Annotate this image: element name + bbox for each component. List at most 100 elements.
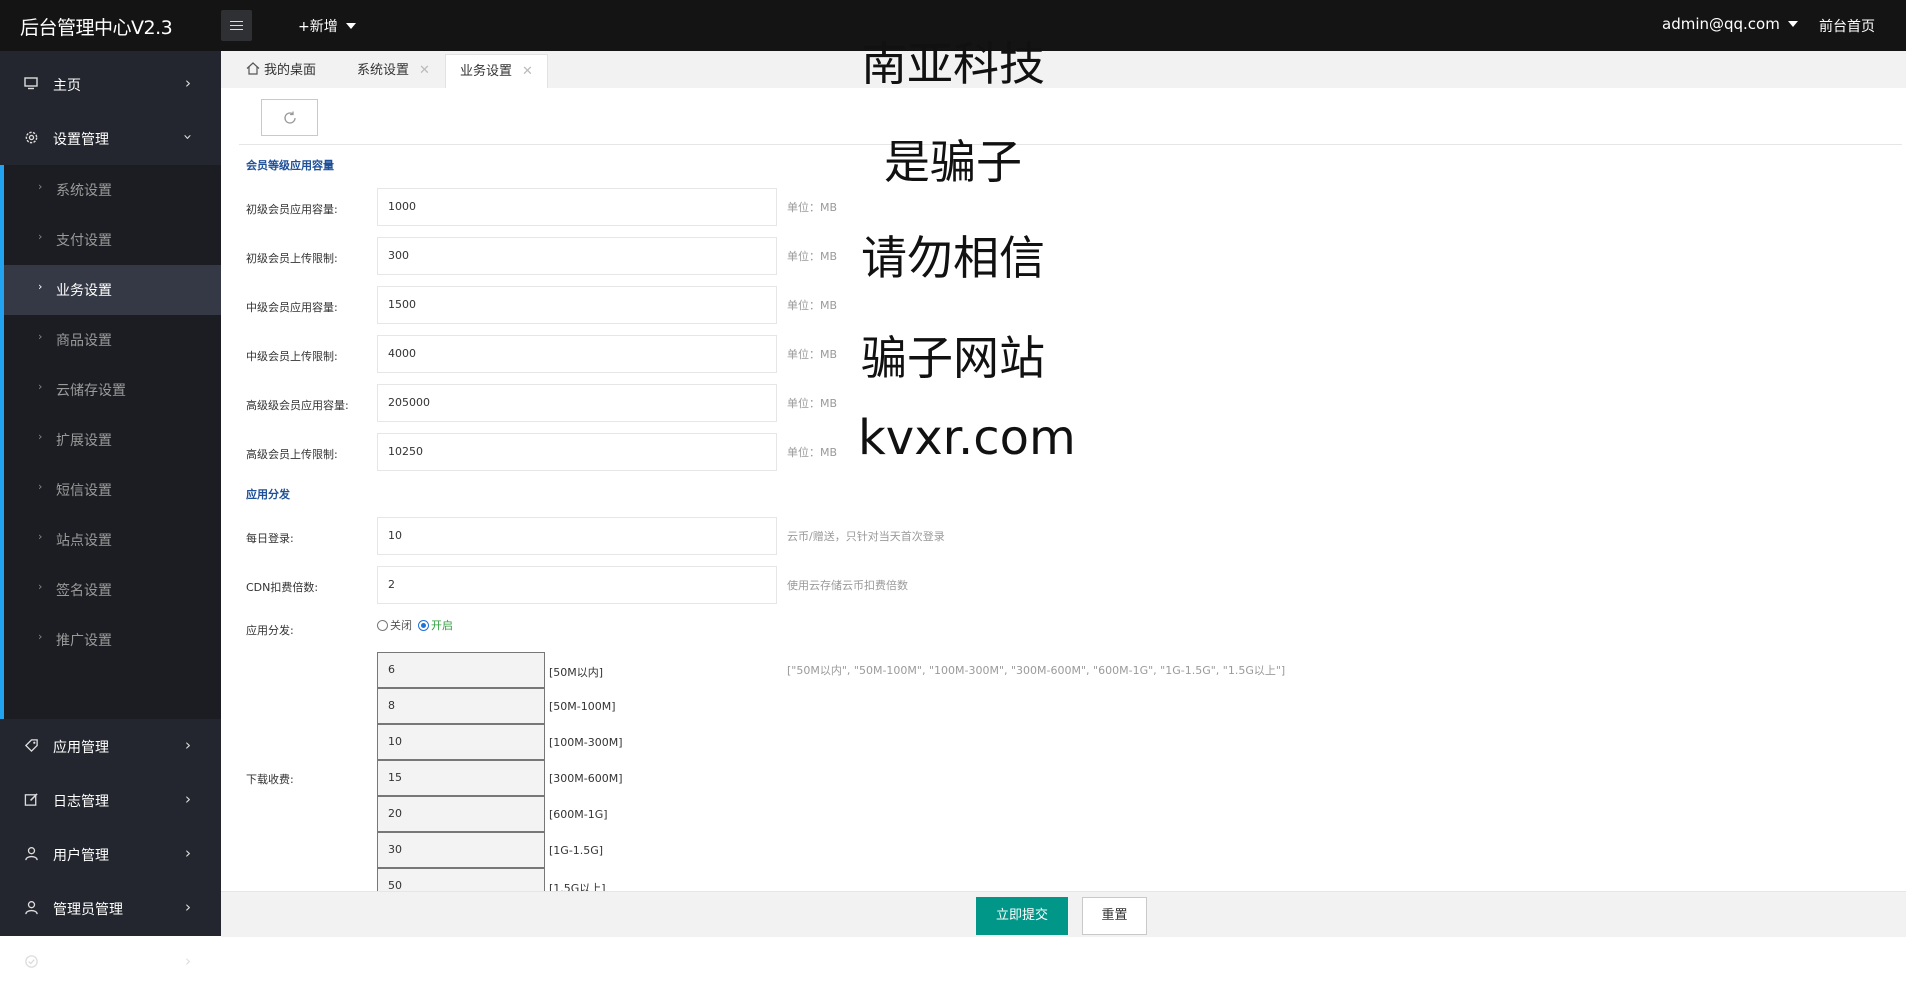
field-label: 中级会员上传限制:: [246, 350, 338, 363]
submenu-item-business[interactable]: › 业务设置: [4, 265, 221, 315]
close-icon[interactable]: ✕: [419, 63, 430, 78]
chevron-right-icon: ›: [38, 230, 43, 243]
submenu-item-payment[interactable]: › 支付设置: [4, 215, 221, 265]
download-fee-input[interactable]: 20: [377, 796, 545, 832]
sidebar-item-admin-management[interactable]: 管理员管理 ›: [0, 881, 221, 935]
cdn-multiplier-input[interactable]: 2: [377, 566, 777, 604]
monitor-icon: [23, 76, 39, 92]
chevron-right-icon: ›: [185, 952, 191, 970]
chevron-right-icon: ›: [38, 480, 43, 493]
field-label: 高级会员上传限制:: [246, 448, 338, 461]
sidebar-item-label: 用户管理: [53, 848, 109, 864]
junior-upload-limit-input[interactable]: 300: [377, 237, 777, 275]
reset-button[interactable]: 重置: [1082, 897, 1147, 935]
close-icon[interactable]: ✕: [522, 64, 533, 79]
form-footer: 立即提交 重置: [221, 891, 1906, 937]
sidebar-item-settings[interactable]: 设置管理 ›: [0, 111, 221, 165]
watermark-line: 是骗子: [884, 135, 1022, 189]
sidebar-item-user-management[interactable]: 用户管理 ›: [0, 827, 221, 881]
sidebar-item-app-management[interactable]: 应用管理 ›: [0, 719, 221, 773]
tab-label: 业务设置: [460, 64, 513, 79]
distribution-off-radio[interactable]: 关闭: [377, 617, 412, 633]
home-icon: [246, 55, 260, 75]
field-hint: 单位：MB: [787, 397, 838, 410]
field-hint: 单位：MB: [787, 446, 838, 459]
menu-toggle-button[interactable]: [221, 10, 252, 41]
field-label: 应用分发:: [246, 624, 294, 637]
check-circle-icon: [23, 954, 39, 970]
field-label: 下载收费:: [246, 773, 294, 786]
submenu-item-sms[interactable]: › 短信设置: [4, 465, 221, 515]
submenu-item-system[interactable]: › 系统设置: [4, 165, 221, 215]
download-fee-input[interactable]: 30: [377, 832, 545, 868]
middle-upload-limit-input[interactable]: 4000: [377, 335, 777, 373]
tab-desktop[interactable]: 我的桌面: [236, 54, 326, 88]
sidebar-item-label: 管理员管理: [53, 902, 123, 918]
download-fee-input[interactable]: 15: [377, 760, 545, 796]
download-fee-input[interactable]: 50: [377, 868, 545, 891]
submenu-item-goods[interactable]: › 商品设置: [4, 315, 221, 365]
sidebar: 主页 › 设置管理 › › 系统设置 › 支付设置 › 业务设置 › 商品设置 › 云储存…: [0, 51, 221, 972]
tab-business-settings[interactable]: 业务设置 ✕: [445, 54, 548, 89]
chevron-right-icon: ›: [185, 790, 191, 808]
front-home-link[interactable]: 前台首页: [1819, 16, 1875, 36]
sidebar-item-tool-management[interactable]: 工具管理 ›: [0, 935, 221, 989]
sidebar-item-label: 应用管理: [53, 740, 109, 756]
submenu-item-signature[interactable]: › 签名设置: [4, 565, 221, 615]
field-hint: 云币/赠送，只针对当天首次登录: [787, 530, 945, 543]
chevron-right-icon: ›: [38, 430, 43, 443]
chevron-right-icon: ›: [185, 736, 191, 754]
radio-unchecked-icon: [377, 620, 388, 631]
download-fee-range: [300M-600M]: [549, 772, 623, 785]
user-menu[interactable]: admin@qq.com: [1662, 15, 1798, 33]
gear-icon: [23, 130, 39, 146]
junior-app-capacity-input[interactable]: 1000: [377, 188, 777, 226]
field-hint: 使用云存储云币扣费倍数: [787, 579, 908, 592]
sidebar-item-label: 主页: [53, 78, 81, 94]
chevron-down-icon: ›: [179, 134, 197, 140]
daily-login-input[interactable]: 10: [377, 517, 777, 555]
download-fee-range: [100M-300M]: [549, 736, 623, 749]
submenu-item-site[interactable]: › 站点设置: [4, 515, 221, 565]
main-content: 会员等级应用容量 初级会员应用容量: 1000 单位：MB 初级会员上传限制: …: [221, 88, 1906, 891]
distribution-on-radio[interactable]: 开启: [418, 617, 453, 633]
watermark-line: 南亚科技: [861, 37, 1045, 91]
download-fee-input[interactable]: 8: [377, 688, 545, 724]
add-new-button[interactable]: +新增: [298, 16, 356, 36]
download-fee-range: [1G-1.5G]: [549, 844, 604, 857]
senior-upload-limit-input[interactable]: 10250: [377, 433, 777, 471]
senior-app-capacity-input[interactable]: 205000: [377, 384, 777, 422]
download-fee-range: [1.5G以上]: [549, 882, 606, 891]
field-hint: 单位：MB: [787, 201, 838, 214]
user-email: admin@qq.com: [1662, 15, 1780, 33]
watermark-line: kvxr.com: [858, 410, 1076, 466]
user-icon: [23, 900, 39, 916]
tab-system-settings[interactable]: 系统设置 ✕: [347, 54, 440, 88]
sidebar-item-log-management[interactable]: 日志管理 ›: [0, 773, 221, 827]
sidebar-item-label: 工具管理: [53, 956, 109, 972]
chevron-right-icon: ›: [38, 580, 43, 593]
section-title-quota: 会员等级应用容量: [246, 159, 334, 172]
field-label: 初级会员上传限制:: [246, 252, 338, 265]
sidebar-item-home[interactable]: 主页 ›: [0, 57, 221, 111]
submenu-item-cloud-storage[interactable]: › 云储存设置: [4, 365, 221, 415]
submenu-item-extension[interactable]: › 扩展设置: [4, 415, 221, 465]
tab-label: 我的桌面: [264, 63, 317, 78]
refresh-button[interactable]: [261, 99, 318, 136]
chevron-right-icon: ›: [185, 844, 191, 862]
divider: [239, 144, 1902, 145]
field-label: 每日登录:: [246, 532, 294, 545]
user-icon: [23, 846, 39, 862]
middle-app-capacity-input[interactable]: 1500: [377, 286, 777, 324]
submit-button[interactable]: 立即提交: [976, 897, 1068, 935]
chevron-right-icon: ›: [185, 74, 191, 92]
download-fee-input[interactable]: 10: [377, 724, 545, 760]
edit-icon: [23, 792, 39, 808]
field-label: CDN扣费倍数:: [246, 581, 319, 594]
add-new-label: +新增: [298, 19, 338, 35]
download-fee-range: [50M-100M]: [549, 700, 616, 713]
sidebar-item-label: 日志管理: [53, 794, 109, 810]
download-fee-input[interactable]: 6: [377, 652, 545, 688]
chevron-right-icon: ›: [38, 530, 43, 543]
submenu-item-promotion[interactable]: › 推广设置: [4, 615, 221, 665]
